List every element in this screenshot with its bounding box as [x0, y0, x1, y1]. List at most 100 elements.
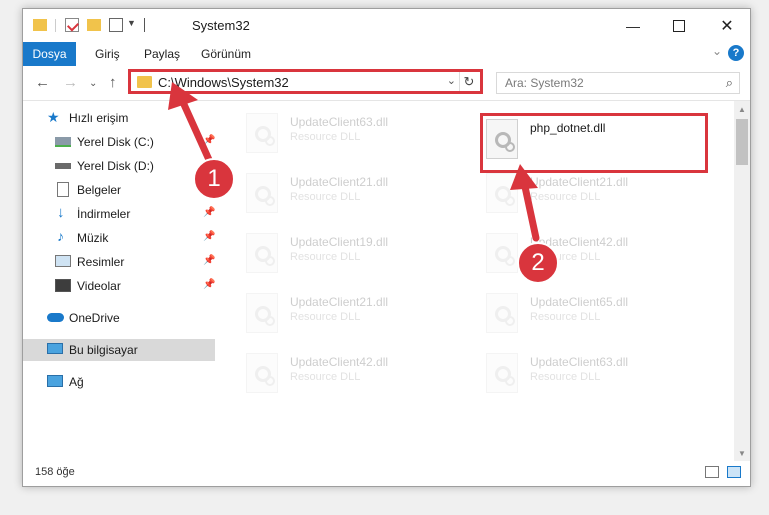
forward-button[interactable]: →	[63, 74, 78, 91]
nav-item-this-pc[interactable]: Bu bilgisayar	[23, 339, 215, 361]
nav-item-videos[interactable]: Videolar 📌	[23, 275, 215, 297]
gear-icon	[505, 256, 515, 266]
file-type: Resource DLL	[530, 191, 601, 203]
tab-view[interactable]: Görünüm	[201, 47, 251, 61]
up-button[interactable]: ↑	[109, 74, 117, 91]
new-folder-icon[interactable]	[87, 19, 101, 31]
nav-item-downloads[interactable]: ↓ İndirmeler 📌	[23, 203, 215, 225]
network-icon	[47, 375, 63, 387]
file-item[interactable]: UpdateClient65.dll Resource DLL	[480, 287, 708, 339]
nav-item-pictures[interactable]: Resimler 📌	[23, 251, 215, 273]
refresh-button[interactable]: ↻	[459, 72, 478, 91]
pin-icon[interactable]: 📌	[203, 231, 215, 242]
file-item[interactable]: UpdateClient21.dll Resource DLL	[240, 167, 468, 219]
search-placeholder: Ara: System32	[505, 76, 584, 90]
drive-icon	[55, 163, 71, 169]
music-icon: ♪	[57, 228, 64, 244]
nav-item-network[interactable]: Ağ	[23, 371, 215, 393]
minimize-button[interactable]: —	[610, 9, 656, 42]
vertical-scrollbar[interactable]: ▲ ▼	[734, 101, 750, 461]
view-options-icon[interactable]	[109, 18, 123, 32]
file-name: UpdateClient63.dll	[530, 355, 629, 369]
tab-share[interactable]: Paylaş	[144, 47, 180, 61]
expand-ribbon-icon[interactable]: ⌄	[712, 44, 722, 58]
address-bar[interactable]: C:\Windows\System32 ⌄ ↻	[128, 69, 483, 94]
nav-item-local-disk-d[interactable]: Yerel Disk (D:)	[23, 155, 215, 177]
check-mark	[66, 19, 80, 32]
item-count: 158 öğe	[35, 466, 75, 478]
file-item[interactable]: UpdateClient63.dll Resource DLL	[240, 107, 468, 159]
properties-icon[interactable]	[65, 18, 80, 32]
gear-icon	[265, 196, 275, 206]
dll-file-icon	[246, 173, 278, 213]
scroll-up-icon[interactable]: ▲	[738, 105, 746, 114]
maximize-button[interactable]	[656, 9, 702, 42]
close-button[interactable]: ✕	[704, 9, 750, 42]
tab-home[interactable]: Giriş	[95, 47, 120, 61]
details-view-button[interactable]	[705, 466, 719, 478]
file-item[interactable]: UpdateClient19.dll Resource DLL	[240, 227, 468, 279]
dll-file-icon	[486, 293, 518, 333]
nav-item-music[interactable]: ♪ Müzik 📌	[23, 227, 215, 249]
back-button[interactable]: ←	[35, 74, 50, 91]
nav-item-documents[interactable]: Belgeler 📌	[23, 179, 215, 201]
dll-file-icon	[246, 113, 278, 153]
gear-icon	[265, 316, 275, 326]
nav-label: Videolar	[77, 279, 121, 293]
file-item[interactable]: UpdateClient21.dll Resource DLL	[480, 167, 708, 219]
address-path[interactable]: C:\Windows\System32	[158, 75, 289, 90]
pin-icon[interactable]: 📌	[203, 207, 215, 218]
step-badge-2: 2	[517, 242, 559, 284]
file-type: Resource DLL	[530, 311, 601, 323]
gear-icon	[505, 316, 515, 326]
gear-icon	[505, 142, 515, 152]
title-bar: ▼ System32 — ✕	[23, 9, 750, 42]
large-icons-view-button[interactable]	[727, 466, 741, 478]
gear-icon	[505, 196, 515, 206]
file-item[interactable]: UpdateClient63.dll Resource DLL	[480, 347, 708, 399]
dll-file-icon	[486, 353, 518, 393]
file-item[interactable]: UpdateClient42.dll Resource DLL	[480, 227, 708, 279]
gear-icon	[265, 256, 275, 266]
separator	[144, 18, 145, 32]
navigation-pane: ★ Hızlı erişim Yerel Disk (C:) 📌 Yerel D…	[23, 101, 215, 461]
help-button[interactable]: ?	[728, 45, 744, 61]
pin-icon[interactable]: 📌	[203, 255, 215, 266]
file-item[interactable]: UpdateClient42.dll Resource DLL	[240, 347, 468, 399]
address-dropdown-icon[interactable]: ⌄	[447, 74, 456, 87]
gear-icon	[265, 136, 275, 146]
drive-icon	[55, 137, 71, 147]
scroll-down-icon[interactable]: ▼	[738, 449, 746, 458]
nav-label: Resimler	[77, 255, 125, 269]
dll-file-icon	[246, 293, 278, 333]
pictures-icon	[55, 255, 71, 267]
nav-item-local-disk-c[interactable]: Yerel Disk (C:) 📌	[23, 131, 215, 153]
nav-label: OneDrive	[69, 311, 120, 325]
pin-icon[interactable]: 📌	[203, 279, 215, 290]
scroll-thumb[interactable]	[736, 119, 748, 165]
nav-item-quick-access[interactable]: ★ Hızlı erişim	[23, 107, 215, 129]
tab-file[interactable]: Dosya	[23, 42, 76, 66]
customize-qat-icon[interactable]: ▼	[127, 18, 136, 28]
star-icon: ★	[47, 109, 60, 125]
search-icon[interactable]: ⌕	[726, 75, 733, 91]
pin-icon[interactable]: 📌	[203, 135, 215, 146]
documents-icon	[57, 182, 69, 197]
file-name: UpdateClient21.dll	[530, 175, 629, 189]
file-item-php-dotnet[interactable]: php_dotnet.dll	[480, 113, 708, 173]
file-item[interactable]: UpdateClient21.dll Resource DLL	[240, 287, 468, 339]
file-type: Resource DLL	[530, 371, 601, 383]
file-list: UpdateClient63.dll Resource DLL UpdateCl…	[218, 101, 734, 461]
maximize-icon	[673, 19, 685, 32]
nav-label: Ağ	[69, 375, 84, 389]
folder-icon	[137, 76, 152, 88]
nav-label: Yerel Disk (C:)	[77, 135, 154, 149]
nav-item-onedrive[interactable]: OneDrive	[23, 307, 215, 329]
recent-locations-icon[interactable]: ⌄	[89, 78, 97, 89]
file-name: UpdateClient65.dll	[530, 295, 629, 309]
search-input[interactable]: Ara: System32 ⌕	[496, 72, 740, 94]
dll-file-icon	[246, 353, 278, 393]
nav-label: Bu bilgisayar	[69, 343, 138, 357]
file-type: Resource DLL	[290, 251, 361, 263]
window-title: System32	[192, 18, 250, 33]
